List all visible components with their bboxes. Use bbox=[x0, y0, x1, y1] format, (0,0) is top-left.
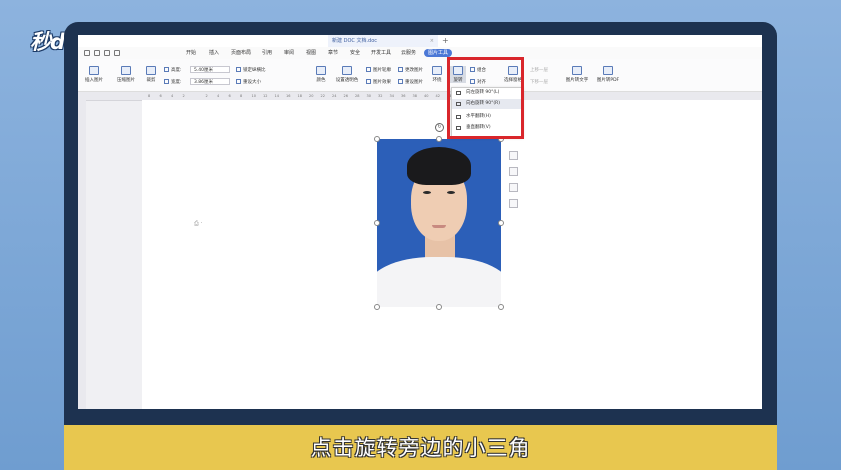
height-icon bbox=[164, 67, 169, 72]
close-tab-icon[interactable]: × bbox=[430, 35, 434, 47]
ruler-tick: 38 bbox=[412, 94, 417, 98]
image-icon bbox=[89, 66, 99, 75]
reset-image-icon bbox=[398, 79, 403, 84]
width-input[interactable]: 3.86厘米 bbox=[190, 78, 230, 85]
menu-references[interactable]: 引用 bbox=[262, 47, 272, 59]
picture-to-text-button[interactable]: 图片转文字 bbox=[564, 66, 590, 83]
resize-handle[interactable] bbox=[498, 220, 504, 226]
ruler-tick: 2 bbox=[205, 94, 208, 98]
ruler-tick: 32 bbox=[378, 94, 383, 98]
insert-picture-button[interactable]: 插入图片 bbox=[82, 66, 106, 83]
resize-handle[interactable] bbox=[374, 220, 380, 226]
outline-icon bbox=[366, 67, 371, 72]
ruler-tick: 6 bbox=[228, 94, 231, 98]
document-tab[interactable]: 新建 DOC 文档.doc × bbox=[328, 35, 438, 47]
menu-view[interactable]: 视图 bbox=[306, 47, 316, 59]
resize-handle[interactable] bbox=[374, 136, 380, 142]
bring-forward-button[interactable]: 上移一层 bbox=[530, 67, 548, 73]
menu-insert[interactable]: 插入 bbox=[209, 47, 219, 59]
crop-side-icon[interactable] bbox=[509, 183, 518, 192]
menu-cloud[interactable]: 云服务 bbox=[401, 47, 416, 59]
width-icon bbox=[164, 79, 169, 84]
picture-outline-button[interactable]: 图片轮廓 bbox=[366, 67, 391, 73]
transparent-icon bbox=[342, 66, 352, 75]
ruler-tick: 12 bbox=[263, 94, 268, 98]
ruler-tick: 42 bbox=[435, 94, 440, 98]
menu-security[interactable]: 安全 bbox=[350, 47, 360, 59]
height-input[interactable]: 5.40厘米 bbox=[190, 66, 230, 73]
undo-icon[interactable] bbox=[104, 50, 110, 56]
ruler-tick: 30 bbox=[366, 94, 371, 98]
checkbox-icon bbox=[236, 67, 241, 72]
rotate-handle-icon[interactable]: ↻ bbox=[435, 123, 444, 132]
ruler-tick: 28 bbox=[355, 94, 360, 98]
zoom-icon[interactable] bbox=[509, 167, 518, 176]
ruler-tick: 14 bbox=[274, 94, 279, 98]
compress-picture-button[interactable]: 压缩图片 bbox=[114, 66, 138, 83]
ruler-tick: 24 bbox=[332, 94, 337, 98]
wrap-button[interactable]: 环绕 bbox=[430, 66, 444, 83]
new-tab-button[interactable]: + bbox=[442, 35, 449, 46]
change-picture-button[interactable]: 更改图片 bbox=[398, 67, 423, 73]
crop-icon bbox=[146, 66, 156, 75]
picture-effect-button[interactable]: 图片效果 bbox=[366, 79, 391, 85]
redo-icon[interactable] bbox=[114, 50, 120, 56]
resize-handle[interactable] bbox=[498, 304, 504, 310]
effect-icon bbox=[366, 79, 371, 84]
crop-button[interactable]: 裁剪 bbox=[144, 66, 158, 83]
resize-handle[interactable] bbox=[374, 304, 380, 310]
highlight-box bbox=[447, 57, 524, 139]
ruler-tick: 4 bbox=[171, 94, 174, 98]
id-photo[interactable] bbox=[377, 139, 501, 307]
height-label: 高度: bbox=[164, 67, 182, 73]
document-tab-label: 新建 DOC 文档.doc bbox=[332, 38, 378, 44]
picture-to-pdf-button[interactable]: 图片转PDF bbox=[594, 66, 622, 83]
subtitle-text: 点击旋转旁边的小三角 bbox=[310, 436, 531, 460]
ruler-tick: 4 bbox=[217, 94, 220, 98]
paragraph-mark-icon: ⎙ · bbox=[194, 220, 203, 227]
palette-icon bbox=[316, 66, 326, 75]
compress-icon bbox=[121, 66, 131, 75]
ruler-tick: 8 bbox=[240, 94, 243, 98]
set-transparent-button[interactable]: 设置透明色 bbox=[332, 66, 362, 83]
ruler-tick: 36 bbox=[401, 94, 406, 98]
menu-chapter[interactable]: 章节 bbox=[328, 47, 338, 59]
menu-picture-tools[interactable]: 图片工具 bbox=[424, 49, 453, 57]
ruler-tick: 18 bbox=[297, 94, 302, 98]
menu-developer[interactable]: 开发工具 bbox=[371, 47, 391, 59]
ruler-tick: 22 bbox=[320, 94, 325, 98]
image-side-icon[interactable] bbox=[509, 199, 518, 208]
reset-size-button[interactable]: 重设大小 bbox=[236, 79, 261, 85]
lock-ratio-checkbox[interactable]: 锁定纵横比 bbox=[236, 67, 266, 73]
ruler-tick: 10 bbox=[251, 94, 256, 98]
ocr-icon bbox=[572, 66, 582, 75]
menu-page-layout[interactable]: 页面布局 bbox=[231, 47, 251, 59]
resize-handle[interactable] bbox=[436, 136, 442, 142]
wrap-icon bbox=[432, 66, 442, 75]
menu-home[interactable]: 开始 bbox=[186, 47, 196, 59]
ruler-tick: 8 bbox=[148, 94, 151, 98]
ribbon: 插入图片 压缩图片 裁剪 高度: 5.40厘米 宽度: 3.86厘米 锁定纵横比… bbox=[78, 59, 762, 92]
ruler-tick: 20 bbox=[309, 94, 314, 98]
pdf-icon bbox=[603, 66, 613, 75]
ruler-tick: 2 bbox=[182, 94, 185, 98]
resize-handle[interactable] bbox=[436, 304, 442, 310]
width-label: 宽度: bbox=[164, 79, 182, 85]
change-image-icon bbox=[398, 67, 403, 72]
ruler-tick: 34 bbox=[389, 94, 394, 98]
ruler-tick: 40 bbox=[424, 94, 429, 98]
reset-icon bbox=[236, 79, 241, 84]
print-icon[interactable] bbox=[94, 50, 100, 56]
ruler-tick: 26 bbox=[343, 94, 348, 98]
vertical-ruler bbox=[78, 100, 86, 409]
layout-options-icon[interactable] bbox=[509, 151, 518, 160]
reset-picture-button[interactable]: 重设图片 bbox=[398, 79, 423, 85]
color-button[interactable]: 颜色 bbox=[314, 66, 328, 83]
menu-review[interactable]: 审阅 bbox=[284, 47, 294, 59]
send-backward-button[interactable]: 下移一层 bbox=[530, 79, 548, 85]
ruler-tick: 6 bbox=[159, 94, 162, 98]
ruler-tick: 16 bbox=[286, 94, 291, 98]
save-icon[interactable] bbox=[84, 50, 90, 56]
menu-bar: 开始 插入 页面布局 引用 审阅 视图 章节 安全 开发工具 云服务 图片工具 bbox=[78, 47, 762, 59]
